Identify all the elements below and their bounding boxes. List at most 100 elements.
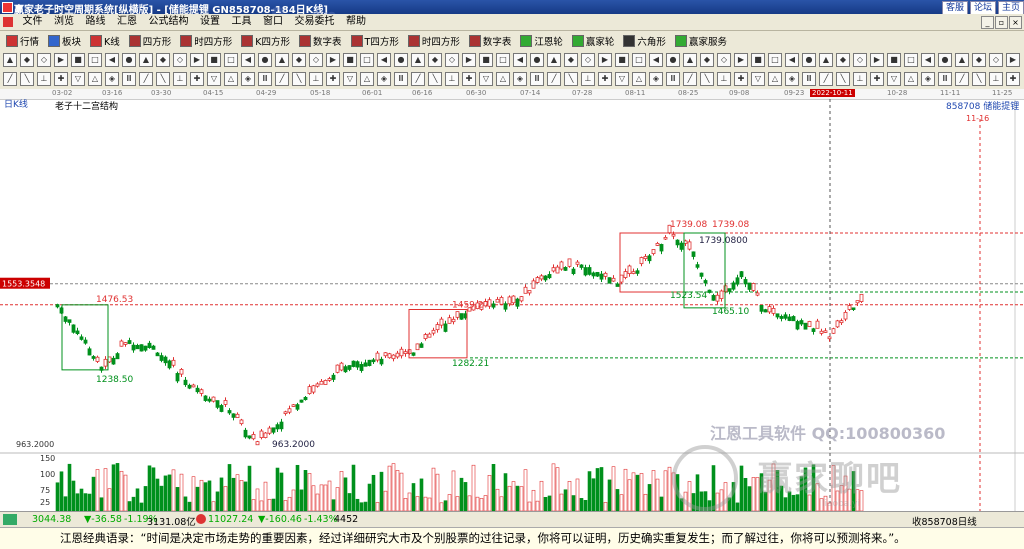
drawing-tool-icon[interactable]: ◇ [989,52,1003,67]
drawing-tool-icon[interactable]: ◆ [292,52,306,67]
analysis-tool-icon[interactable]: ╱ [275,72,289,86]
drawing-tool-icon[interactable]: ● [122,52,136,67]
drawing-tool-icon[interactable]: ■ [71,52,85,67]
restore-button[interactable]: ▫ [995,16,1008,29]
analysis-tool-icon[interactable]: ⊥ [309,72,323,86]
analysis-tool-icon[interactable]: △ [904,72,918,86]
drawing-tool-icon[interactable]: ◇ [717,52,731,67]
analysis-tool-icon[interactable]: ╱ [683,72,697,86]
drawing-tool-icon[interactable]: ◆ [564,52,578,67]
analysis-tool-icon[interactable]: ⊥ [853,72,867,86]
analysis-tool-icon[interactable]: ▽ [615,72,629,86]
analysis-tool-icon[interactable]: ╲ [700,72,714,86]
analysis-tool-icon[interactable]: ▽ [887,72,901,86]
drawing-tool-icon[interactable]: ◀ [785,52,799,67]
analysis-tool-icon[interactable]: ▽ [343,72,357,86]
drawing-tool-icon[interactable]: ● [802,52,816,67]
drawing-tool-icon[interactable]: ◆ [700,52,714,67]
analysis-tool-icon[interactable]: ╲ [156,72,170,86]
toolbar-number-table-button[interactable]: 数字表 [466,31,515,50]
analysis-tool-icon[interactable]: △ [360,72,374,86]
menu-trade[interactable]: 交易委托 [291,14,339,30]
menu-formula[interactable]: 公式结构 [145,14,193,30]
analysis-tool-icon[interactable]: ╲ [20,72,34,86]
drawing-tool-icon[interactable]: ▲ [683,52,697,67]
analysis-tool-icon[interactable]: ◈ [649,72,663,86]
drawing-tool-icon[interactable]: ▶ [326,52,340,67]
analysis-tool-icon[interactable]: ⊥ [173,72,187,86]
analysis-tool-icon[interactable]: △ [496,72,510,86]
analysis-tool-icon[interactable]: Ⅲ [802,72,816,86]
analysis-tool-icon[interactable]: ╱ [955,72,969,86]
analysis-tool-icon[interactable]: ✚ [190,72,204,86]
home-link[interactable]: 主页 [997,1,1024,15]
drawing-tool-icon[interactable]: ◇ [37,52,51,67]
analysis-tool-icon[interactable]: Ⅲ [666,72,680,86]
drawing-tool-icon[interactable]: ▲ [955,52,969,67]
analysis-tool-icon[interactable]: ╱ [3,72,17,86]
drawing-tool-icon[interactable]: ■ [887,52,901,67]
analysis-tool-icon[interactable]: ◈ [513,72,527,86]
drawing-tool-icon[interactable]: ◇ [581,52,595,67]
forum-link[interactable]: 论坛 [969,1,996,15]
drawing-tool-icon[interactable]: ◇ [853,52,867,67]
drawing-tool-icon[interactable]: ● [394,52,408,67]
analysis-tool-icon[interactable]: ╱ [411,72,425,86]
toolbar-t-square-button[interactable]: T四方形 [348,31,402,50]
toolbar-time-square-button[interactable]: 时四方形 [177,31,235,50]
drawing-tool-icon[interactable]: ■ [207,52,221,67]
toolbar-gann-wheel-button[interactable]: 江恩轮 [517,31,566,50]
drawing-tool-icon[interactable]: ◆ [836,52,850,67]
toolbar-time-square-button[interactable]: 时四方形 [405,31,463,50]
analysis-tool-icon[interactable]: ⊥ [445,72,459,86]
drawing-tool-icon[interactable]: ▲ [139,52,153,67]
analysis-tool-icon[interactable]: ◈ [105,72,119,86]
drawing-tool-icon[interactable]: ● [530,52,544,67]
app-menu-icon[interactable] [3,17,13,27]
drawing-tool-icon[interactable]: ◀ [105,52,119,67]
toolbar-candle-button[interactable]: K线 [87,31,123,50]
drawing-tool-icon[interactable]: □ [904,52,918,67]
drawing-tool-icon[interactable]: ■ [343,52,357,67]
drawing-tool-icon[interactable]: ▶ [870,52,884,67]
analysis-tool-icon[interactable]: △ [88,72,102,86]
analysis-tool-icon[interactable]: Ⅲ [530,72,544,86]
menu-help[interactable]: 帮助 [342,14,370,30]
analysis-tool-icon[interactable]: ╱ [139,72,153,86]
drawing-tool-icon[interactable]: ◀ [513,52,527,67]
drawing-tool-icon[interactable]: ● [666,52,680,67]
service-link[interactable]: 客服 [941,1,968,15]
analysis-tool-icon[interactable]: △ [224,72,238,86]
toolbar-grid-button[interactable]: 板块 [45,31,84,50]
drawing-tool-icon[interactable]: □ [360,52,374,67]
drawing-tool-icon[interactable]: ● [938,52,952,67]
toolbar-table-button[interactable]: 行情 [3,31,42,50]
analysis-tool-icon[interactable]: ▽ [479,72,493,86]
menu-window[interactable]: 窗口 [259,14,287,30]
analysis-tool-icon[interactable]: ╱ [547,72,561,86]
drawing-tool-icon[interactable]: ◀ [377,52,391,67]
drawing-tool-icon[interactable]: ◇ [309,52,323,67]
analysis-tool-icon[interactable]: ╲ [972,72,986,86]
menu-gann[interactable]: 汇恩 [113,14,141,30]
drawing-tool-icon[interactable]: ◀ [921,52,935,67]
analysis-tool-icon[interactable]: ◈ [921,72,935,86]
drawing-tool-icon[interactable]: ◇ [173,52,187,67]
toolbar-hexagon-button[interactable]: 六角形 [620,31,669,50]
drawing-tool-icon[interactable]: □ [768,52,782,67]
drawing-tool-icon[interactable]: ◀ [649,52,663,67]
menu-tools[interactable]: 工具 [228,14,256,30]
drawing-tool-icon[interactable]: ◆ [972,52,986,67]
drawing-tool-icon[interactable]: ▲ [819,52,833,67]
drawing-tool-icon[interactable]: ■ [479,52,493,67]
drawing-tool-icon[interactable]: ◆ [428,52,442,67]
analysis-tool-icon[interactable]: ╱ [819,72,833,86]
drawing-tool-icon[interactable]: ▶ [54,52,68,67]
analysis-tool-icon[interactable]: ✚ [734,72,748,86]
analysis-tool-icon[interactable]: ⊥ [717,72,731,86]
analysis-tool-icon[interactable]: ╲ [428,72,442,86]
drawing-tool-icon[interactable]: □ [496,52,510,67]
drawing-tool-icon[interactable]: ▶ [734,52,748,67]
drawing-tool-icon[interactable]: □ [632,52,646,67]
analysis-tool-icon[interactable]: ✚ [462,72,476,86]
